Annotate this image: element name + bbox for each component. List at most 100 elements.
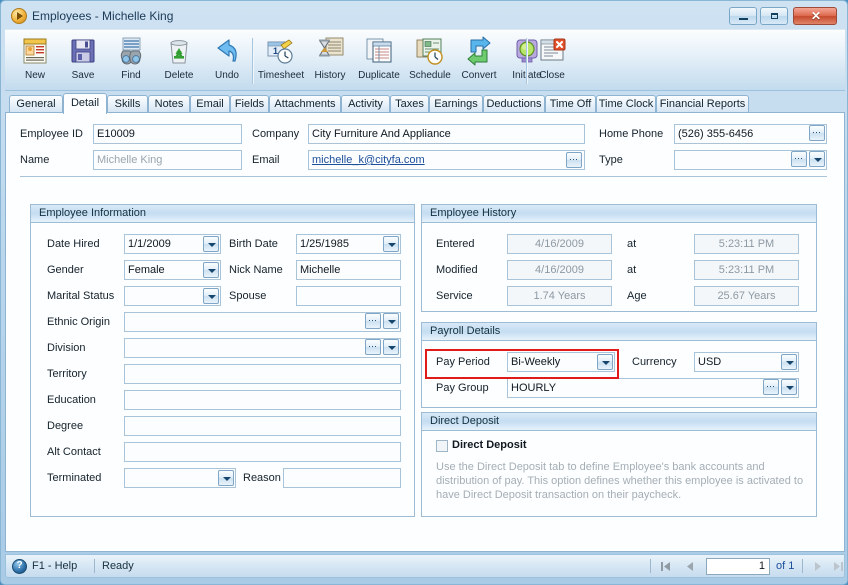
tab-general[interactable]: General [9,95,63,113]
toolbar-button-save[interactable]: Save [59,33,107,89]
toolbar-label: Convert [461,70,497,81]
last-record-icon[interactable] [830,559,846,574]
toolbar-label: Delete [164,70,194,81]
status-divider-2 [650,559,651,573]
terminated-combo[interactable] [124,468,236,488]
help-label[interactable]: F1 - Help [32,560,77,572]
window-title: Employees - Michelle King [32,9,174,23]
degree-input[interactable] [124,416,401,436]
date-hired-label: Date Hired [47,238,100,250]
pay-group-dropdown-arrow[interactable] [781,379,797,395]
next-record-icon[interactable] [810,559,826,574]
previous-record-icon[interactable] [682,559,698,574]
undo-arrow-icon [211,35,243,67]
tab-skills[interactable]: Skills [107,95,148,113]
education-input[interactable] [124,390,401,410]
tab-detail[interactable]: Detail [63,93,107,114]
marital-status-combo[interactable] [124,286,221,306]
tab-fields[interactable]: Fields [230,95,269,113]
company-input[interactable]: City Furniture And Appliance [308,124,585,144]
direct-deposit-checkbox-label[interactable]: Direct Deposit [452,439,527,451]
toolbar-button-schedule[interactable]: Schedule [405,33,455,89]
email-label: Email [252,154,280,166]
age-label: Age [627,290,647,302]
division-input[interactable] [124,338,401,358]
terminated-dropdown-arrow[interactable] [218,470,234,486]
pay-group-input[interactable]: HOURLY [507,378,799,398]
modified-at-label: at [627,264,637,276]
date-hired-combo[interactable]: 1/1/2009 [124,234,221,254]
email-link[interactable]: michelle_k@cityfa.com [312,154,425,166]
tab-notes[interactable]: Notes [148,95,190,113]
alt-contact-input[interactable] [124,442,401,462]
territory-input[interactable] [124,364,401,384]
tab-email[interactable]: Email [190,95,230,113]
tab-earnings[interactable]: Earnings [429,95,483,113]
toolbar-button-find[interactable]: Find [107,33,155,89]
spouse-input[interactable] [296,286,401,306]
division-dropdown-arrow[interactable] [383,339,399,355]
pay-period-dropdown-arrow[interactable] [597,354,613,370]
direct-deposit-checkbox[interactable] [436,440,448,452]
email-input[interactable]: michelle_k@cityfa.com ⋯ [308,150,585,170]
timesheet-clock-icon: 1 [265,35,297,67]
pay-period-combo[interactable]: Bi-Weekly [507,352,615,372]
entered-at-label: at [627,238,637,250]
date-hired-dropdown-arrow[interactable] [203,236,219,252]
division-label: Division [47,342,86,354]
toolbar-button-close[interactable]: Close [529,33,575,89]
birth-date-combo[interactable]: 1/25/1985 [296,234,401,254]
new-document-icon [19,35,51,67]
gender-combo[interactable]: Female [124,260,221,280]
schedule-calendar-icon [414,35,446,67]
pay-period-value: Bi-Weekly [511,356,561,368]
tab-deductions[interactable]: Deductions [483,95,545,113]
employee-id-input[interactable]: E10009 [93,124,242,144]
pay-group-browse-button[interactable]: ⋯ [763,379,779,395]
email-browse-button[interactable]: ⋯ [566,152,582,168]
tab-activity[interactable]: Activity [341,95,390,113]
ethnic-origin-dropdown-arrow[interactable] [383,313,399,329]
currency-combo[interactable]: USD [694,352,799,372]
tab-time-clock[interactable]: Time Clock [596,95,656,113]
currency-dropdown-arrow[interactable] [781,354,797,370]
name-input[interactable]: Michelle King [93,150,242,170]
ethnic-origin-browse-button[interactable]: ⋯ [365,313,381,329]
status-divider-3 [802,559,803,573]
type-browse-button[interactable]: ⋯ [791,151,807,167]
toolbar-button-duplicate[interactable]: Duplicate [353,33,405,89]
toolbar-button-new[interactable]: New [11,33,59,89]
toolbar-button-history[interactable]: History [307,33,353,89]
first-record-icon[interactable] [658,559,674,574]
tab-taxes[interactable]: Taxes [390,95,429,113]
toolbar-button-convert[interactable]: Convert [455,33,503,89]
status-text: Ready [102,560,134,572]
tab-time-off[interactable]: Time Off [545,95,596,113]
employee-history-title: Employee History [422,205,816,223]
tab-attachments[interactable]: Attachments [269,95,341,113]
nick-name-input[interactable]: Michelle [296,260,401,280]
maximize-button[interactable] [760,7,788,25]
ethnic-origin-input[interactable] [124,312,401,332]
birth-date-dropdown-arrow[interactable] [383,236,399,252]
minimize-button[interactable] [729,7,757,25]
marital-status-dropdown-arrow[interactable] [203,288,219,304]
toolbar-button-undo[interactable]: Undo [203,33,251,89]
direct-deposit-group: Direct Deposit Direct Deposit Use the Di… [421,412,817,517]
education-label: Education [47,394,96,406]
gender-dropdown-arrow[interactable] [203,262,219,278]
entered-label: Entered [436,238,475,250]
toolbar-button-timesheet[interactable]: 1 Timesheet [255,33,307,89]
help-circle-icon[interactable] [12,559,27,574]
type-dropdown-arrow[interactable] [809,151,825,167]
tab-financial-reports[interactable]: Financial Reports [656,95,749,113]
close-button[interactable]: ✕ [793,7,837,25]
page-number-input[interactable]: 1 [706,558,770,575]
close-document-icon [536,35,568,67]
division-browse-button[interactable]: ⋯ [365,339,381,355]
header-divider [20,176,827,177]
home-phone-browse-button[interactable]: ⋯ [809,125,825,141]
toolbar-button-delete[interactable]: Delete [155,33,203,89]
home-phone-input[interactable]: (526) 355-6456 [674,124,827,144]
reason-input[interactable] [283,468,401,488]
